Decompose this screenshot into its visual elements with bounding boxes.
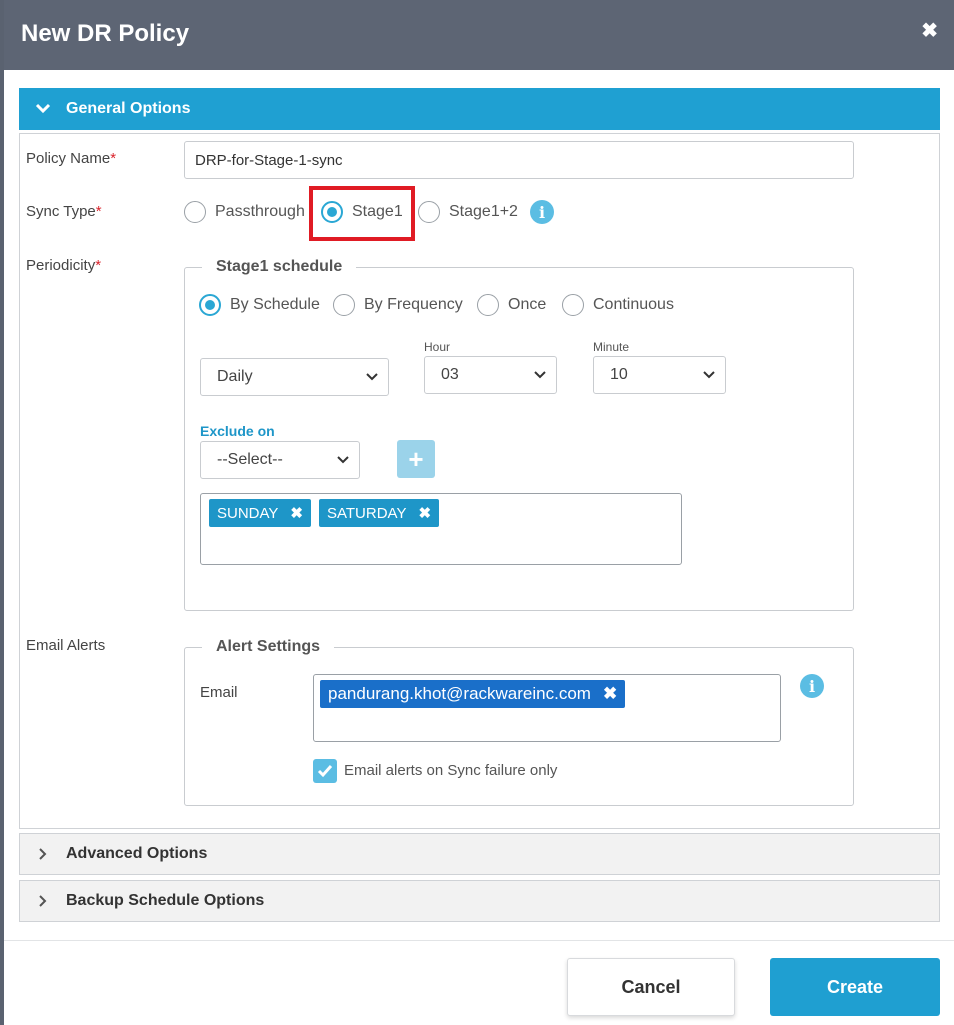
advanced-options-header[interactable]: Advanced Options (19, 833, 940, 875)
new-dr-policy-dialog: New DR Policy ✖ General Options Policy N… (4, 0, 954, 1025)
frequency-select[interactable]: Daily (200, 358, 389, 396)
footer-divider (4, 940, 954, 941)
by-schedule-radio[interactable]: By Schedule (199, 294, 320, 316)
exclude-on-label: Exclude on (200, 423, 275, 439)
dialog-title: New DR Policy (21, 20, 190, 47)
radio-circle (333, 294, 355, 316)
sync-type-passthrough-radio[interactable]: Passthrough (184, 201, 305, 223)
radio-circle (184, 201, 206, 223)
minute-select[interactable]: 10 (593, 356, 726, 394)
excluded-day-tag: SATURDAY ✖ (319, 499, 440, 527)
cancel-button[interactable]: Cancel (567, 958, 735, 1016)
hour-select[interactable]: 03 (424, 356, 557, 394)
radio-circle (562, 294, 584, 316)
chevron-right-icon (20, 894, 66, 908)
add-exclude-button[interactable]: + (397, 440, 435, 478)
email-info-icon[interactable]: i (800, 674, 824, 698)
failure-only-label: Email alerts on Sync failure only (344, 762, 558, 779)
remove-email-icon[interactable]: ✖ (603, 684, 617, 704)
stage1-schedule-title: Stage1 schedule (202, 258, 357, 276)
failure-only-checkbox[interactable] (313, 759, 337, 783)
checkmark-icon (317, 765, 333, 778)
chevron-down-icon (366, 373, 378, 381)
once-radio[interactable]: Once (477, 294, 546, 316)
hour-label: Hour (424, 340, 451, 354)
chevron-down-icon (337, 456, 349, 464)
general-options-label: General Options (66, 100, 191, 117)
email-recipient-tag: pandurang.khot@rackwareinc.com ✖ (320, 680, 626, 708)
sync-type-stage1-2-radio[interactable]: Stage1+2 (418, 201, 518, 223)
policy-name-input[interactable] (184, 141, 854, 179)
radio-circle (418, 201, 440, 223)
continuous-radio[interactable]: Continuous (562, 294, 674, 316)
alert-settings-title: Alert Settings (202, 638, 335, 656)
close-icon[interactable]: ✖ (921, 18, 938, 43)
email-alerts-label: Email Alerts (26, 637, 106, 654)
policy-name-label: Policy Name* (26, 150, 117, 167)
advanced-options-label: Advanced Options (66, 845, 208, 862)
chevron-down-icon (20, 103, 66, 115)
highlight-annotation-box (309, 186, 415, 241)
create-button[interactable]: Create (770, 958, 940, 1016)
exclude-day-select[interactable]: --Select-- (200, 441, 360, 479)
minute-label: Minute (593, 340, 630, 354)
sync-type-label: Sync Type* (26, 203, 102, 220)
periodicity-label: Periodicity* (26, 257, 102, 274)
chevron-down-icon (703, 371, 715, 379)
dialog-header: New DR Policy ✖ (4, 0, 954, 70)
email-label: Email (200, 684, 238, 701)
radio-circle (477, 294, 499, 316)
sync-type-info-icon[interactable]: i (530, 200, 554, 224)
excluded-day-tag: SUNDAY ✖ (209, 499, 311, 527)
backup-schedule-options-header[interactable]: Backup Schedule Options (19, 880, 940, 922)
general-options-header[interactable]: General Options (19, 88, 940, 130)
remove-tag-icon[interactable]: ✖ (290, 504, 303, 522)
by-frequency-radio[interactable]: By Frequency (333, 294, 463, 316)
chevron-down-icon (534, 371, 546, 379)
chevron-right-icon (20, 847, 66, 861)
radio-circle-selected (199, 294, 221, 316)
backup-schedule-options-label: Backup Schedule Options (66, 892, 265, 909)
remove-tag-icon[interactable]: ✖ (418, 504, 431, 522)
